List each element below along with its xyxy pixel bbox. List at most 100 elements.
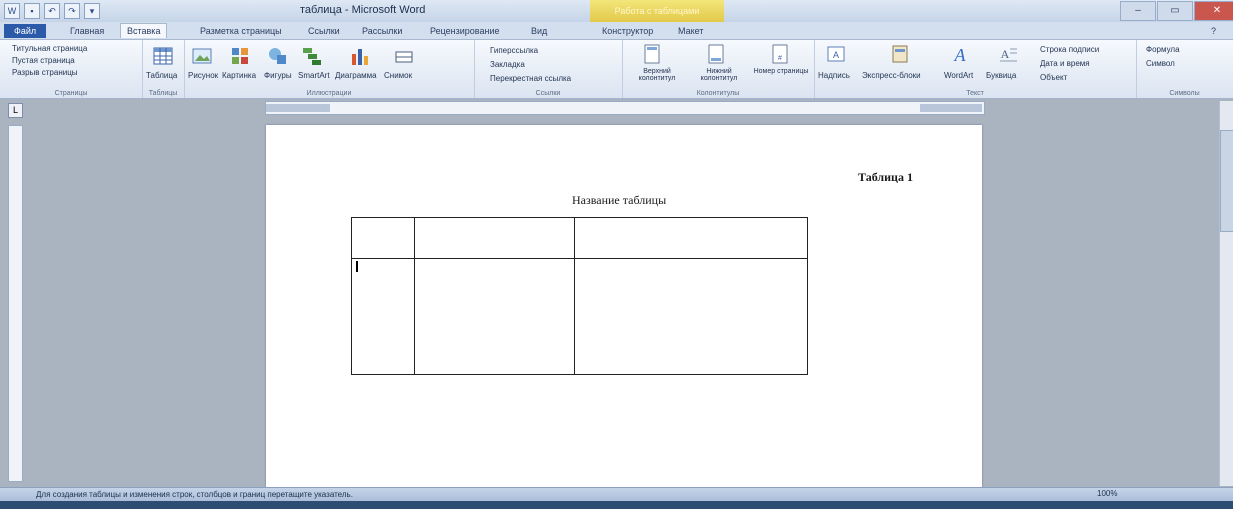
status-hint: Для создания таблицы и изменения строк, …	[36, 490, 353, 499]
maximize-button[interactable]: ▭	[1157, 1, 1193, 21]
symbols-group: Формула Символ Символы	[1136, 40, 1233, 98]
tab-view[interactable]: Вид	[525, 24, 553, 38]
dropcap-icon[interactable]: A	[998, 44, 1018, 64]
save-icon[interactable]: ▪	[24, 3, 40, 19]
table-cell[interactable]	[351, 217, 415, 259]
object-button[interactable]: Объект	[1040, 73, 1067, 82]
table-cell[interactable]	[574, 258, 808, 375]
ruler-margin-left	[266, 104, 330, 112]
textbox-icon[interactable]: A	[826, 44, 846, 64]
blank-page-button[interactable]: Пустая страница	[12, 56, 75, 65]
tab-insert[interactable]: Вставка	[120, 23, 168, 38]
footer-icon[interactable]	[706, 44, 726, 64]
table-title: Название таблицы	[572, 193, 667, 207]
undo-icon[interactable]: ↶	[44, 3, 60, 19]
tab-layout[interactable]: Макет	[672, 24, 709, 38]
clipart-button-label[interactable]: Картинка	[222, 71, 256, 80]
links-group-label: Ссылки	[535, 90, 561, 97]
table-cell[interactable]	[414, 258, 575, 375]
symbol-button[interactable]: Символ	[1146, 59, 1175, 68]
tables-group-label: Таблицы	[148, 90, 178, 97]
document-table[interactable]	[351, 217, 808, 375]
quick-parts-button-label[interactable]: Экспресс-блоки	[862, 71, 921, 80]
horizontal-ruler[interactable]	[265, 101, 985, 115]
page-break-button[interactable]: Разрыв страницы	[12, 68, 78, 77]
hyperlink-button[interactable]: Гиперссылка	[490, 46, 538, 55]
pages-group-label: Страницы	[54, 90, 88, 97]
table-cell[interactable]	[574, 217, 808, 259]
clipart-icon[interactable]	[230, 46, 250, 66]
screenshot-icon[interactable]	[394, 46, 414, 66]
tab-mailings[interactable]: Рассылки	[356, 24, 408, 38]
header-button-label[interactable]: Верхний колонтитул	[628, 68, 686, 82]
chart-icon[interactable]	[350, 46, 370, 66]
svg-text:A: A	[1001, 47, 1010, 61]
tab-selector-button[interactable]: L	[8, 103, 23, 118]
date-time-button[interactable]: Дата и время	[1040, 59, 1090, 68]
quick-parts-icon[interactable]	[890, 44, 910, 64]
picture-icon[interactable]	[192, 46, 212, 66]
redo-icon[interactable]: ↷	[64, 3, 80, 19]
symbols-group-label: Символы	[1169, 90, 1200, 97]
table-button-label[interactable]: Таблица	[146, 71, 177, 80]
wordart-button-label[interactable]: WordArt	[944, 71, 973, 80]
shapes-icon[interactable]	[268, 46, 288, 66]
quick-access-toolbar: W ▪ ↶ ↷ ▾	[4, 3, 100, 19]
pages-group: Титульная страница Пустая страница Разры…	[0, 40, 143, 98]
illustrations-group: Рисунок Картинка Фигуры SmartArt Диаграм…	[184, 40, 475, 98]
table-cell[interactable]	[414, 217, 575, 259]
chart-button-label[interactable]: Диаграмма	[335, 71, 377, 80]
vertical-ruler[interactable]	[8, 125, 23, 482]
ribbon: Титульная страница Пустая страница Разры…	[0, 40, 1233, 99]
bookmark-button[interactable]: Закладка	[490, 60, 525, 69]
page-number-button-label[interactable]: Номер страницы	[752, 68, 810, 75]
window-controls: – ▭ ✕	[1120, 1, 1233, 21]
picture-button-label[interactable]: Рисунок	[188, 71, 218, 80]
page-number-icon[interactable]: #	[770, 44, 790, 64]
word-icon[interactable]: W	[4, 3, 20, 19]
tab-review[interactable]: Рецензирование	[424, 24, 506, 38]
cross-reference-button[interactable]: Перекрестная ссылка	[490, 74, 571, 83]
smartart-button-label[interactable]: SmartArt	[298, 71, 330, 80]
context-tab-header: Работа с таблицами	[590, 0, 724, 22]
tab-references[interactable]: Ссылки	[302, 24, 346, 38]
taskbar	[0, 501, 1233, 509]
svg-text:A: A	[954, 45, 967, 64]
text-group-label: Текст	[966, 90, 984, 97]
table-number: Таблица 1	[858, 170, 913, 184]
tab-page-layout[interactable]: Разметка страницы	[194, 24, 288, 38]
ruler-margin-right	[920, 104, 982, 112]
shapes-button-label[interactable]: Фигуры	[264, 71, 292, 80]
scrollbar-thumb[interactable]	[1220, 130, 1233, 232]
screenshot-button-label[interactable]: Снимок	[384, 71, 412, 80]
equation-button[interactable]: Формула	[1146, 45, 1180, 54]
svg-text:#: #	[778, 55, 782, 62]
text-group: A A A Надпись Экспресс-блоки WordArt Бук…	[814, 40, 1137, 98]
header-icon[interactable]	[642, 44, 662, 64]
minimize-button[interactable]: –	[1120, 1, 1156, 21]
signature-line-button[interactable]: Строка подписи	[1040, 45, 1099, 54]
tables-group: Таблица Таблицы	[142, 40, 185, 98]
smartart-icon[interactable]	[302, 46, 322, 66]
textbox-button-label[interactable]: Надпись	[818, 71, 850, 80]
text-cursor	[356, 261, 358, 272]
cover-page-button[interactable]: Титульная страница	[12, 44, 87, 53]
table-cell[interactable]	[351, 258, 415, 375]
dropcap-button-label[interactable]: Буквица	[986, 71, 1016, 80]
header-footer-group: # Верхний колонтитул Нижний колонтитул Н…	[622, 40, 815, 98]
ribbon-tabs: Файл Главная Вставка Разметка страницы С…	[0, 22, 1233, 40]
svg-text:A: A	[833, 50, 839, 60]
header-footer-group-label: Колонтитулы	[696, 90, 740, 97]
wordart-icon[interactable]: A	[950, 44, 970, 64]
tab-file[interactable]: Файл	[4, 24, 47, 38]
help-icon[interactable]: ?	[1205, 24, 1222, 38]
tab-design[interactable]: Конструктор	[596, 24, 659, 38]
window-title: таблица - Microsoft Word	[300, 4, 426, 16]
zoom-level[interactable]: 100%	[1097, 489, 1117, 498]
footer-button-label[interactable]: Нижний колонтитул	[690, 68, 748, 82]
tab-home[interactable]: Главная	[64, 24, 110, 38]
customize-icon[interactable]: ▾	[84, 3, 100, 19]
table-icon[interactable]	[153, 46, 173, 66]
links-group: Гиперссылка Закладка Перекрестная ссылка…	[474, 40, 623, 98]
close-button[interactable]: ✕	[1194, 1, 1233, 21]
